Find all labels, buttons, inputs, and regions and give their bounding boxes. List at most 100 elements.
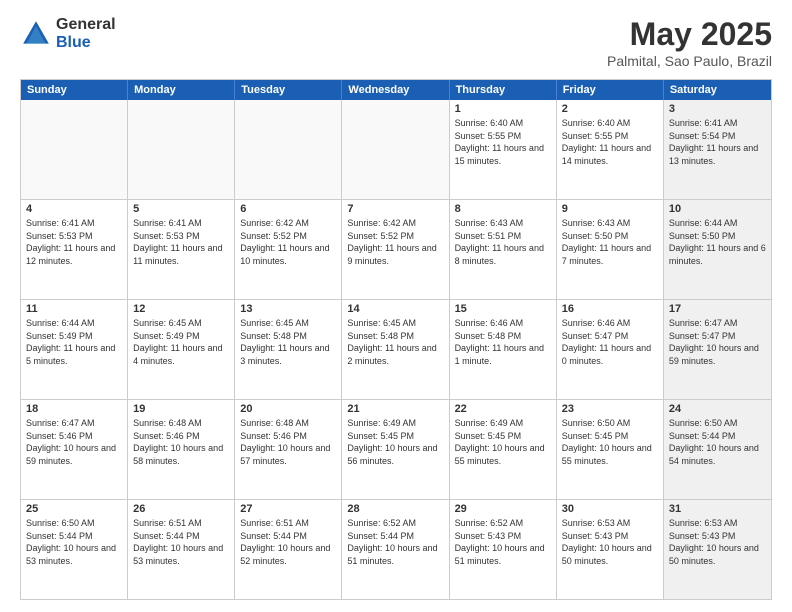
day-cell-5: 5 Sunrise: 6:41 AM Sunset: 5:53 PM Daylig… — [128, 200, 235, 299]
day-cell-11: 11 Sunrise: 6:44 AM Sunset: 5:49 PM Dayli… — [21, 300, 128, 399]
day-cell-28: 28 Sunrise: 6:52 AM Sunset: 5:44 PM Dayli… — [342, 500, 449, 599]
day-info: Sunrise: 6:48 AM Sunset: 5:46 PM Dayligh… — [133, 417, 229, 467]
day-number: 17 — [669, 303, 766, 315]
day-info: Sunrise: 6:50 AM Sunset: 5:45 PM Dayligh… — [562, 417, 658, 467]
day-info: Sunrise: 6:53 AM Sunset: 5:43 PM Dayligh… — [669, 517, 766, 567]
day-number: 2 — [562, 103, 658, 115]
day-info: Sunrise: 6:43 AM Sunset: 5:51 PM Dayligh… — [455, 217, 551, 267]
day-number: 8 — [455, 203, 551, 215]
day-info: Sunrise: 6:52 AM Sunset: 5:44 PM Dayligh… — [347, 517, 443, 567]
day-info: Sunrise: 6:40 AM Sunset: 5:55 PM Dayligh… — [455, 117, 551, 167]
day-info: Sunrise: 6:42 AM Sunset: 5:52 PM Dayligh… — [347, 217, 443, 267]
day-info: Sunrise: 6:49 AM Sunset: 5:45 PM Dayligh… — [347, 417, 443, 467]
day-cell-31: 31 Sunrise: 6:53 AM Sunset: 5:43 PM Dayli… — [664, 500, 771, 599]
day-cell-30: 30Sunrise: 6:53 AM Sunset: 5:43 PM Dayli… — [557, 500, 664, 599]
day-cell-3: 3 Sunrise: 6:41 AM Sunset: 5:54 PM Daylig… — [664, 100, 771, 199]
day-cell-19: 19 Sunrise: 6:48 AM Sunset: 5:46 PM Dayli… — [128, 400, 235, 499]
day-info: Sunrise: 6:44 AM Sunset: 5:49 PM Dayligh… — [26, 317, 122, 367]
day-info: Sunrise: 6:51 AM Sunset: 5:44 PM Dayligh… — [133, 517, 229, 567]
day-cell-7: 7 Sunrise: 6:42 AM Sunset: 5:52 PM Daylig… — [342, 200, 449, 299]
calendar-row-3: 18 Sunrise: 6:47 AM Sunset: 5:46 PM Dayli… — [21, 399, 771, 499]
day-info: Sunrise: 6:43 AM Sunset: 5:50 PM Dayligh… — [562, 217, 658, 267]
day-number: 29 — [455, 503, 551, 515]
day-info: Sunrise: 6:49 AM Sunset: 5:45 PM Dayligh… — [455, 417, 551, 467]
day-info: Sunrise: 6:45 AM Sunset: 5:48 PM Dayligh… — [347, 317, 443, 367]
day-cell-17: 17 Sunrise: 6:47 AM Sunset: 5:47 PM Dayli… — [664, 300, 771, 399]
location: Palmital, Sao Paulo, Brazil — [607, 53, 772, 69]
day-number: 18 — [26, 403, 122, 415]
day-cell-25: 25 Sunrise: 6:50 AM Sunset: 5:44 PM Dayli… — [21, 500, 128, 599]
day-cell-8: 8 Sunrise: 6:43 AM Sunset: 5:51 PM Daylig… — [450, 200, 557, 299]
header-day-monday: Monday — [128, 80, 235, 100]
day-number: 23 — [562, 403, 658, 415]
day-number: 27 — [240, 503, 336, 515]
day-number: 1 — [455, 103, 551, 115]
day-info: Sunrise: 6:46 AM Sunset: 5:47 PM Dayligh… — [562, 317, 658, 367]
day-number: 10 — [669, 203, 766, 215]
day-number: 5 — [133, 203, 229, 215]
day-cell-1: 1 Sunrise: 6:40 AM Sunset: 5:55 PM Daylig… — [450, 100, 557, 199]
day-number: 31 — [669, 503, 766, 515]
day-info: Sunrise: 6:52 AM Sunset: 5:43 PM Dayligh… — [455, 517, 551, 567]
day-number: 16 — [562, 303, 658, 315]
empty-cell-0-2 — [235, 100, 342, 199]
day-cell-20: 20 Sunrise: 6:48 AM Sunset: 5:46 PM Dayli… — [235, 400, 342, 499]
day-cell-16: 16 Sunrise: 6:46 AM Sunset: 5:47 PM Dayli… — [557, 300, 664, 399]
day-number: 7 — [347, 203, 443, 215]
logo-blue: Blue — [56, 34, 116, 52]
day-info: Sunrise: 6:47 AM Sunset: 5:47 PM Dayligh… — [669, 317, 766, 367]
header-day-sunday: Sunday — [21, 80, 128, 100]
logo-general: General — [56, 16, 116, 34]
calendar-header: SundayMondayTuesdayWednesdayThursdayFrid… — [21, 80, 771, 100]
day-info: Sunrise: 6:50 AM Sunset: 5:44 PM Dayligh… — [26, 517, 122, 567]
day-number: 14 — [347, 303, 443, 315]
day-info: Sunrise: 6:45 AM Sunset: 5:48 PM Dayligh… — [240, 317, 336, 367]
calendar-row-2: 11 Sunrise: 6:44 AM Sunset: 5:49 PM Dayli… — [21, 299, 771, 399]
logo-text: General Blue — [56, 16, 116, 51]
day-info: Sunrise: 6:47 AM Sunset: 5:46 PM Dayligh… — [26, 417, 122, 467]
day-cell-29: 29 Sunrise: 6:52 AM Sunset: 5:43 PM Dayli… — [450, 500, 557, 599]
header: General Blue May 2025 Palmital, Sao Paul… — [20, 16, 772, 69]
day-info: Sunrise: 6:46 AM Sunset: 5:48 PM Dayligh… — [455, 317, 551, 367]
day-number: 12 — [133, 303, 229, 315]
empty-cell-0-0 — [21, 100, 128, 199]
day-number: 22 — [455, 403, 551, 415]
day-number: 24 — [669, 403, 766, 415]
day-cell-4: 4Sunrise: 6:41 AM Sunset: 5:53 PM Daylig… — [21, 200, 128, 299]
day-number: 28 — [347, 503, 443, 515]
header-day-tuesday: Tuesday — [235, 80, 342, 100]
day-number: 21 — [347, 403, 443, 415]
day-number: 4 — [26, 203, 122, 215]
day-number: 15 — [455, 303, 551, 315]
day-number: 11 — [26, 303, 122, 315]
day-cell-22: 22 Sunrise: 6:49 AM Sunset: 5:45 PM Dayli… — [450, 400, 557, 499]
day-info: Sunrise: 6:45 AM Sunset: 5:49 PM Dayligh… — [133, 317, 229, 367]
day-info: Sunrise: 6:41 AM Sunset: 5:53 PM Dayligh… — [133, 217, 229, 267]
day-cell-2: 2 Sunrise: 6:40 AM Sunset: 5:55 PM Daylig… — [557, 100, 664, 199]
header-day-wednesday: Wednesday — [342, 80, 449, 100]
day-number: 19 — [133, 403, 229, 415]
calendar: SundayMondayTuesdayWednesdayThursdayFrid… — [20, 79, 772, 600]
header-day-saturday: Saturday — [664, 80, 771, 100]
day-info: Sunrise: 6:41 AM Sunset: 5:54 PM Dayligh… — [669, 117, 766, 167]
day-info: Sunrise: 6:40 AM Sunset: 5:55 PM Dayligh… — [562, 117, 658, 167]
day-number: 3 — [669, 103, 766, 115]
header-day-thursday: Thursday — [450, 80, 557, 100]
day-number: 25 — [26, 503, 122, 515]
day-number: 30 — [562, 503, 658, 515]
empty-cell-0-3 — [342, 100, 449, 199]
day-cell-15: 15 Sunrise: 6:46 AM Sunset: 5:48 PM Dayli… — [450, 300, 557, 399]
day-number: 20 — [240, 403, 336, 415]
calendar-row-0: 1 Sunrise: 6:40 AM Sunset: 5:55 PM Daylig… — [21, 100, 771, 199]
logo-icon — [20, 18, 52, 50]
day-number: 13 — [240, 303, 336, 315]
day-cell-9: 9Sunrise: 6:43 AM Sunset: 5:50 PM Daylig… — [557, 200, 664, 299]
day-cell-10: 10Sunrise: 6:44 AM Sunset: 5:50 PM Dayli… — [664, 200, 771, 299]
day-info: Sunrise: 6:51 AM Sunset: 5:44 PM Dayligh… — [240, 517, 336, 567]
day-cell-21: 21 Sunrise: 6:49 AM Sunset: 5:45 PM Dayli… — [342, 400, 449, 499]
day-info: Sunrise: 6:50 AM Sunset: 5:44 PM Dayligh… — [669, 417, 766, 467]
title-area: May 2025 Palmital, Sao Paulo, Brazil — [607, 16, 772, 69]
day-cell-27: 27 Sunrise: 6:51 AM Sunset: 5:44 PM Dayli… — [235, 500, 342, 599]
day-number: 6 — [240, 203, 336, 215]
day-info: Sunrise: 6:48 AM Sunset: 5:46 PM Dayligh… — [240, 417, 336, 467]
